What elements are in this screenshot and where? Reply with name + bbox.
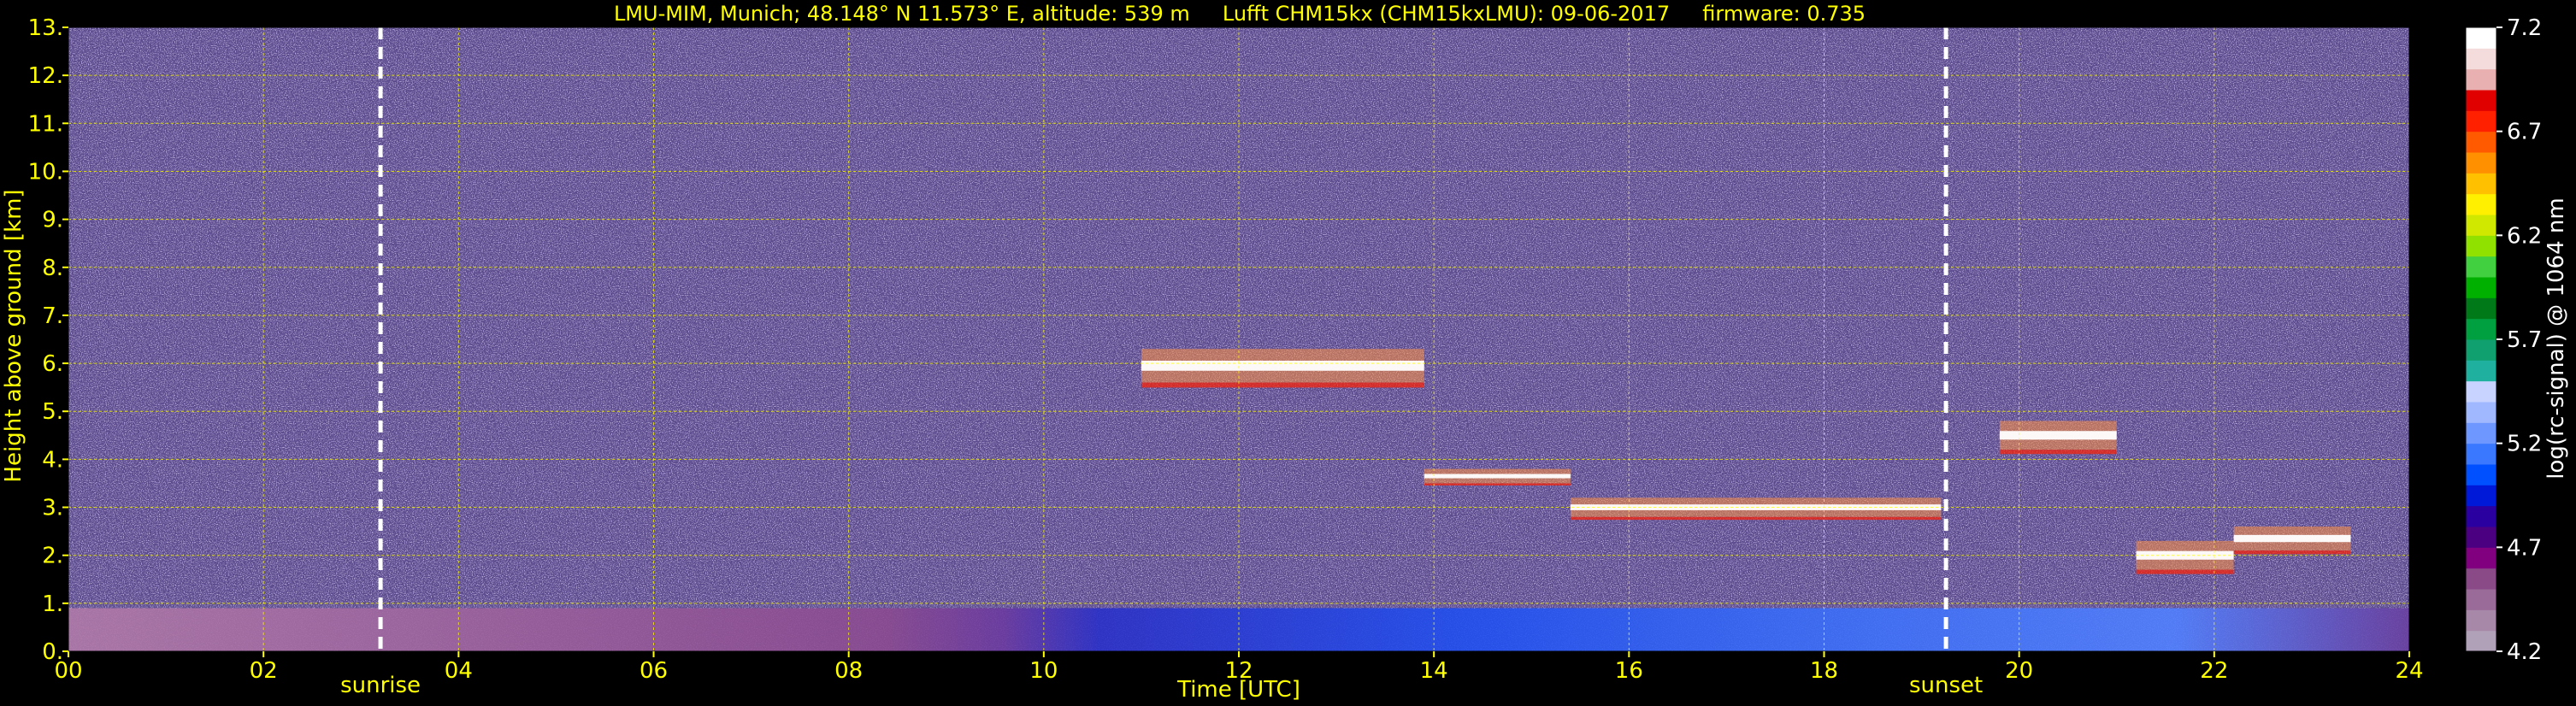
colorbar-segment	[2466, 152, 2496, 174]
cloud-feature	[1999, 421, 2117, 455]
y-tick-label: 8.	[42, 256, 63, 281]
colorbar-segment	[2466, 380, 2496, 403]
cloud-feature	[1141, 349, 1424, 388]
y-tick-label: 5.	[42, 399, 63, 425]
colorbar-segment	[2466, 443, 2496, 465]
colorbar-segment	[2466, 297, 2496, 320]
colorbar-segment	[2466, 173, 2496, 195]
colorbar-segment	[2466, 90, 2496, 111]
colorbar-tick-label: 5.2	[2507, 432, 2542, 457]
x-tick-label: 04	[445, 658, 473, 684]
x-tick-label: 10	[1029, 658, 1058, 684]
colorbar-segment	[2466, 568, 2496, 590]
colorbar-segment	[2466, 422, 2496, 444]
y-tick-label: 3.	[42, 496, 63, 521]
sunset-label: sunset	[1909, 673, 1983, 698]
colorbar-label: log(rc-signal) @ 1064 nm	[2544, 197, 2569, 479]
colorbar-segment	[2466, 215, 2496, 236]
colorbar-segment	[2466, 547, 2496, 569]
x-tick-label: 14	[1420, 658, 1448, 684]
x-tick-label: 16	[1615, 658, 1643, 684]
x-axis-label: Time [UTC]	[1176, 677, 1300, 703]
y-tick-label: 4.	[42, 447, 63, 473]
colorbar-tick-label: 7.2	[2507, 15, 2542, 41]
y-tick-label: 7.	[42, 303, 63, 329]
y-axis: 0.1.2.3.4.5.6.7.8.9.10.11.12.13.	[28, 15, 68, 665]
x-tick-label: 22	[2200, 658, 2228, 684]
colorbar-segment	[2466, 609, 2496, 632]
colorbar-segment	[2466, 27, 2496, 49]
colorbar-tick-label: 5.7	[2507, 327, 2542, 353]
colorbar-tick-label: 6.7	[2507, 120, 2542, 145]
chart-title: LMU-MIM, Munich; 48.148° N 11.573° E, al…	[614, 2, 1866, 26]
colorbar-tick-label: 6.2	[2507, 223, 2542, 249]
y-tick-label: 13.	[28, 15, 63, 41]
y-tick-label: 10.	[28, 159, 63, 185]
colorbar-segment	[2466, 131, 2496, 153]
cloud-feature	[2233, 527, 2351, 555]
colorbar-segment	[2466, 630, 2496, 652]
cloud-feature	[1570, 497, 1942, 521]
x-tick-label: 24	[2395, 658, 2423, 684]
colorbar-segment	[2466, 402, 2496, 423]
ceilometer-figure: LMU-MIM, Munich; 48.148° N 11.573° E, al…	[1, 2, 2569, 703]
colorbar-segment	[2466, 68, 2496, 91]
colorbar-segment	[2466, 485, 2496, 507]
y-tick-label: 11.	[28, 111, 63, 137]
x-tick-label: 02	[250, 658, 278, 684]
colorbar-segment	[2466, 464, 2496, 485]
y-tick-label: 6.	[42, 351, 63, 377]
colorbar-segment	[2466, 360, 2496, 382]
cloud-feature	[2136, 540, 2234, 574]
x-tick-label: 06	[640, 658, 668, 684]
colorbar-segment	[2466, 235, 2496, 257]
x-tick-label: 20	[2005, 658, 2033, 684]
y-tick-label: 12.	[28, 63, 63, 89]
colorbar-segment	[2466, 48, 2496, 70]
y-tick-label: 9.	[42, 208, 63, 233]
y-tick-label: 1.	[42, 591, 63, 617]
colorbar-segment	[2466, 318, 2496, 340]
y-tick-label: 2.	[42, 544, 63, 569]
sunrise-label: sunrise	[340, 673, 421, 698]
colorbar-segment	[2466, 505, 2496, 527]
colorbar-tick-label: 4.2	[2507, 639, 2542, 665]
x-tick-label: 08	[834, 658, 863, 684]
colorbar-tick-label: 4.7	[2507, 535, 2542, 561]
colorbar-segment	[2466, 277, 2496, 298]
y-axis-label: Height above ground [km]	[1, 189, 27, 482]
colorbar-segment	[2466, 339, 2496, 361]
colorbar-segment	[2466, 256, 2496, 278]
colorbar: 4.2 4.7 5.2 5.7 6.2 6.7 7.2	[2465, 15, 2542, 665]
colorbar-segment	[2466, 110, 2496, 132]
cloud-feature	[1424, 468, 1571, 485]
colorbar-segment	[2466, 193, 2496, 215]
x-tick-label: 00	[54, 658, 82, 684]
x-tick-label: 18	[1810, 658, 1838, 684]
colorbar-segment	[2466, 527, 2496, 548]
colorbar-segment	[2466, 589, 2496, 610]
